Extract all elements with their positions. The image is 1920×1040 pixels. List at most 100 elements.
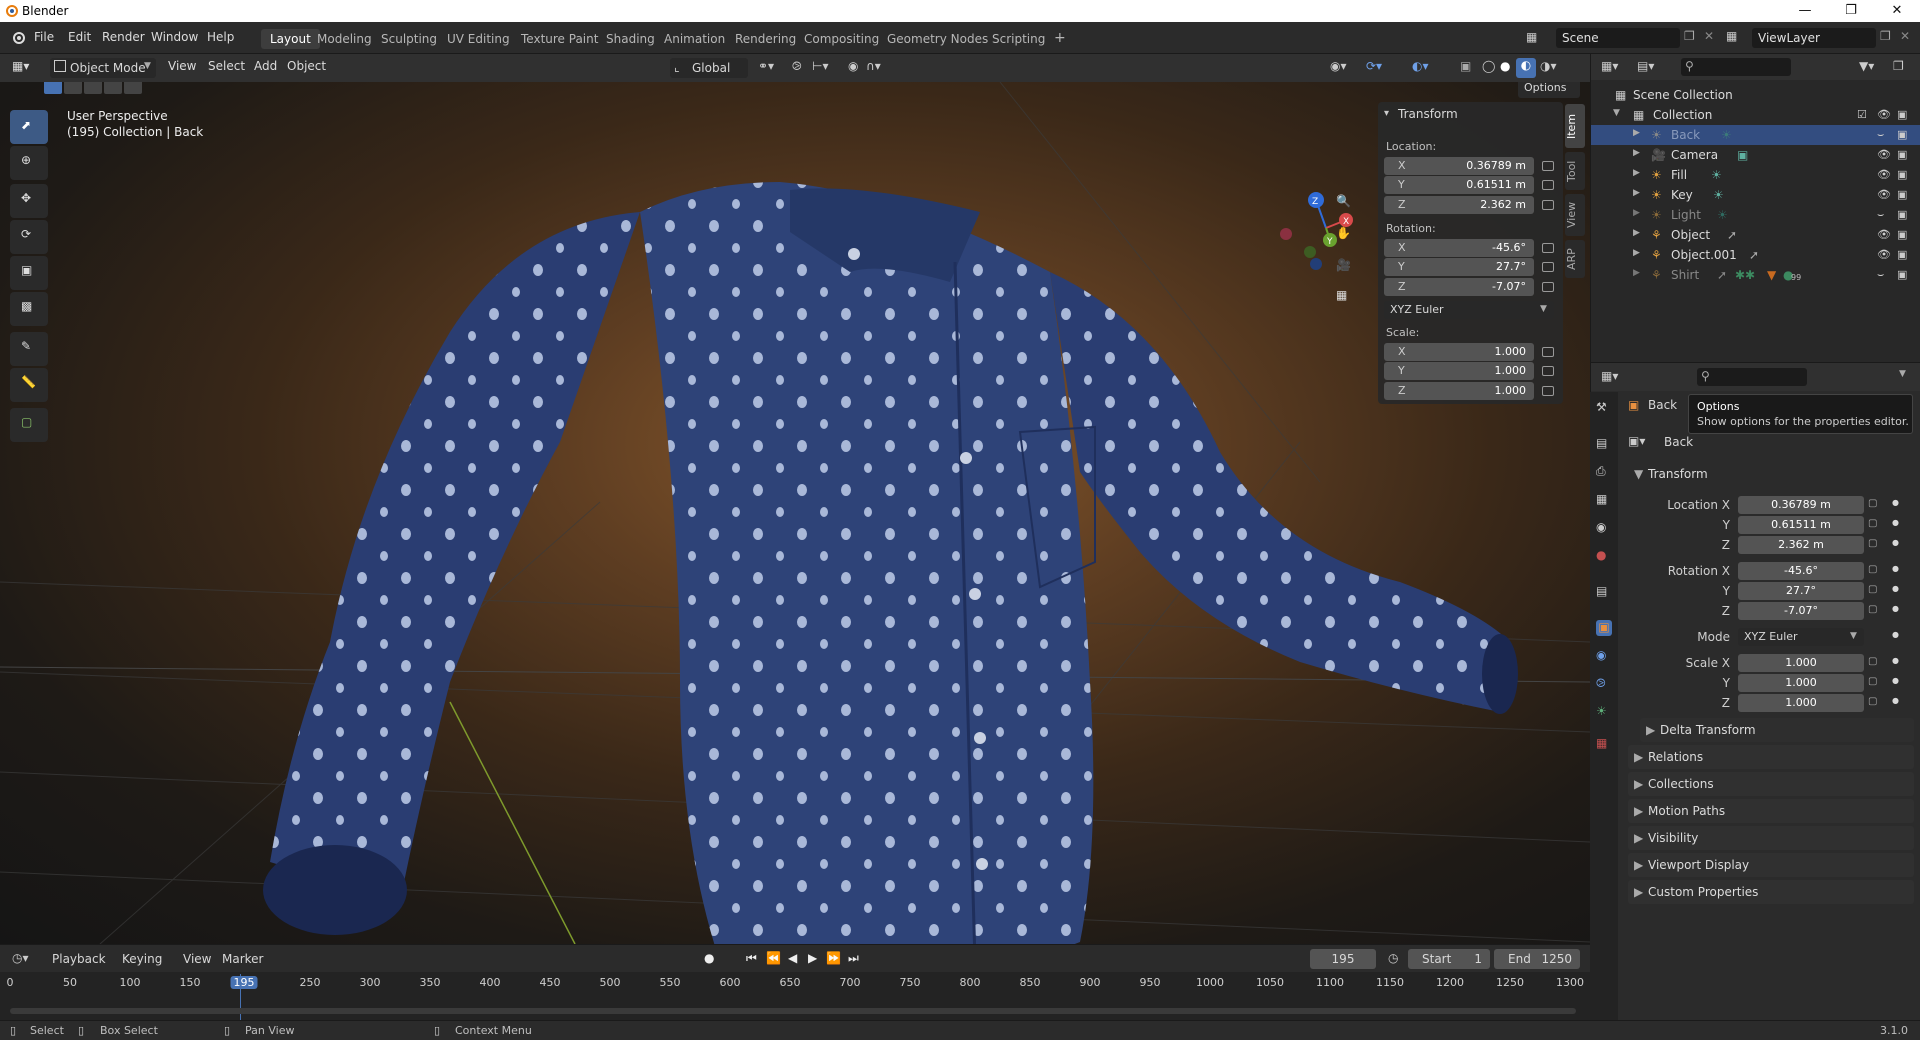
add-cube-tool[interactable]: ▢ xyxy=(10,408,48,442)
measure-tool[interactable]: 📏 xyxy=(10,368,48,402)
gizmo-neg-y-icon[interactable] xyxy=(1304,246,1316,258)
scene-field[interactable]: Scene xyxy=(1556,28,1680,48)
lock-icon[interactable] xyxy=(1542,262,1554,272)
data-block-selector[interactable]: ▣▾ Back xyxy=(1628,432,1828,452)
eye-icon[interactable]: 👁 xyxy=(1877,108,1891,121)
next-keyframe-icon[interactable]: ⏩ xyxy=(826,951,841,965)
panel-collapse-icon[interactable]: ▾ xyxy=(1384,108,1389,119)
end-frame-field[interactable]: End 1250 xyxy=(1494,949,1580,969)
tab-sculpting[interactable]: Sculpting xyxy=(372,29,446,49)
options-chevron-icon[interactable]: ▼ xyxy=(1899,369,1906,379)
play-reverse-icon[interactable]: ◀ xyxy=(788,951,797,965)
outliner-item-object-001[interactable]: ▶ ⚘ Object.001 ➚ 👁 ▣ xyxy=(1591,245,1920,265)
delete-view-layer-icon[interactable]: ✕ xyxy=(1900,29,1910,43)
tab-tool[interactable]: Tool xyxy=(1565,152,1585,190)
delete-scene-icon[interactable]: ✕ xyxy=(1704,29,1714,43)
select-new-icon[interactable] xyxy=(44,82,62,94)
eye-hidden-icon[interactable]: ⌣ xyxy=(1877,208,1884,222)
start-frame-field[interactable]: Start 1 xyxy=(1408,949,1490,969)
menu-marker[interactable]: Marker xyxy=(222,952,263,966)
keyframe-dot-icon[interactable]: ● xyxy=(1892,564,1899,573)
3d-viewport[interactable]: Z X Y User Perspective (195) Collection … xyxy=(0,82,1590,944)
physics-tab-icon[interactable]: ◉ xyxy=(1596,648,1612,664)
transform-tool[interactable]: ▩ xyxy=(10,292,48,326)
move-tool[interactable]: ✥ xyxy=(10,184,48,218)
auto-keying-icon[interactable]: ● xyxy=(704,951,714,965)
eye-icon[interactable]: 👁 xyxy=(1877,148,1891,161)
filter-icon[interactable]: ▼▾ xyxy=(1859,59,1874,73)
keyframe-dot-icon[interactable]: ● xyxy=(1892,538,1899,547)
prop-scale-z-field[interactable]: 1.000 xyxy=(1738,694,1864,712)
outliner-item-key[interactable]: ▶ ☀ Key ☀ 👁 ▣ xyxy=(1591,185,1920,205)
location-y-field[interactable]: Y 0.61511 m xyxy=(1384,176,1534,194)
eye-icon[interactable]: 👁 xyxy=(1877,188,1891,201)
outliner-item-back[interactable]: ▶ ☀ Back ☀ ⌣ ▣ xyxy=(1591,125,1920,145)
menu-add[interactable]: Add xyxy=(254,59,277,77)
select-intersect-icon[interactable] xyxy=(124,82,142,94)
minimize-icon[interactable]: — xyxy=(1782,0,1828,22)
delta-transform-section[interactable]: ▶ Delta Transform xyxy=(1640,718,1914,742)
menu-playback[interactable]: Playback xyxy=(52,952,106,966)
camera-view-icon[interactable]: 🎥 xyxy=(1336,258,1351,272)
pan-hand-icon[interactable]: ✋ xyxy=(1336,226,1351,240)
lock-icon[interactable] xyxy=(1542,200,1554,210)
scale-z-field[interactable]: Z 1.000 xyxy=(1384,382,1534,400)
jump-start-icon[interactable]: ⏮ xyxy=(746,951,757,966)
tab-texture-paint[interactable]: Texture Paint xyxy=(512,29,607,49)
filter-mode-icon[interactable]: ▤▾ xyxy=(1637,59,1654,73)
lock-icon[interactable]: ▢ xyxy=(1868,538,1877,549)
tab-geometry-nodes[interactable]: Geometry Nodes xyxy=(878,29,997,49)
camera-icon[interactable]: ▣ xyxy=(1897,188,1907,201)
tab-shading[interactable]: Shading xyxy=(597,29,664,49)
prop-location-z-field[interactable]: 2.362 m xyxy=(1738,536,1864,554)
camera-icon[interactable]: ▣ xyxy=(1897,248,1907,261)
outliner-scene-collection[interactable]: ▦ Scene Collection xyxy=(1591,85,1920,105)
outliner-item-shirt[interactable]: ▶ ⚘ Shirt ➚ ✱✱ ▼ ● 99 ⌣ ▣ xyxy=(1591,265,1920,285)
cursor-tool[interactable]: ⊕ xyxy=(10,146,48,180)
menu-file[interactable]: File xyxy=(34,30,54,44)
eye-hidden-icon[interactable]: ⌣ xyxy=(1877,268,1884,282)
tab-animation[interactable]: Animation xyxy=(655,29,734,49)
rotation-z-field[interactable]: Z -7.07° xyxy=(1384,278,1534,296)
gizmo-neg-z-icon[interactable] xyxy=(1310,258,1322,270)
lock-icon[interactable] xyxy=(1542,282,1554,292)
lock-icon[interactable] xyxy=(1542,243,1554,253)
shirt-model[interactable] xyxy=(263,182,1518,944)
collection-tab-icon[interactable]: ▤ xyxy=(1596,584,1612,600)
select-extend-icon[interactable] xyxy=(64,82,82,94)
prop-location-x-field[interactable]: 0.36789 m xyxy=(1738,496,1864,514)
pivot-icon[interactable]: ⚭▾ xyxy=(758,59,774,77)
ortho-grid-icon[interactable]: ▦ xyxy=(1336,288,1347,302)
rotation-x-field[interactable]: X -45.6° xyxy=(1384,239,1534,257)
object-tab-icon[interactable]: ▣ xyxy=(1596,620,1612,636)
keyframe-dot-icon[interactable]: ● xyxy=(1892,676,1899,685)
lock-icon[interactable] xyxy=(1542,366,1554,376)
outliner-item-fill[interactable]: ▶ ☀ Fill ☀ 👁 ▣ xyxy=(1591,165,1920,185)
editor-type-icon[interactable]: ▦▾ xyxy=(1601,369,1618,383)
lock-icon[interactable] xyxy=(1542,347,1554,357)
tab-modeling[interactable]: Modeling xyxy=(308,29,381,49)
scale-tool[interactable]: ▣ xyxy=(10,256,48,290)
lock-icon[interactable]: ▢ xyxy=(1868,696,1877,707)
render-tab-icon[interactable]: ▤ xyxy=(1596,436,1612,452)
menu-keying[interactable]: Keying xyxy=(122,952,162,966)
camera-icon[interactable]: ▣ xyxy=(1897,128,1907,141)
scale-x-field[interactable]: X 1.000 xyxy=(1384,343,1534,361)
texture-tab-icon[interactable]: ▦ xyxy=(1596,736,1612,752)
keyframe-dot-icon[interactable]: ● xyxy=(1892,498,1899,507)
tab-item[interactable]: Item xyxy=(1565,104,1585,148)
camera-icon[interactable]: ▣ xyxy=(1897,148,1907,161)
menu-render[interactable]: Render xyxy=(102,30,145,44)
new-view-layer-icon[interactable]: ❐ xyxy=(1880,29,1891,43)
prop-rotation-y-field[interactable]: 27.7° xyxy=(1738,582,1864,600)
select-subtract-icon[interactable] xyxy=(84,82,102,94)
prop-scale-x-field[interactable]: 1.000 xyxy=(1738,654,1864,672)
keyframe-dot-icon[interactable]: ● xyxy=(1892,696,1899,705)
keyframe-dot-icon[interactable]: ● xyxy=(1892,518,1899,527)
lock-icon[interactable]: ▢ xyxy=(1868,518,1877,529)
scene-tab-icon[interactable]: ◉ xyxy=(1596,520,1612,536)
prev-keyframe-icon[interactable]: ⏪ xyxy=(766,951,781,965)
scale-y-field[interactable]: Y 1.000 xyxy=(1384,362,1534,380)
lock-icon[interactable]: ▢ xyxy=(1868,676,1877,687)
outliner-item-object[interactable]: ▶ ⚘ Object ➚ 👁 ▣ xyxy=(1591,225,1920,245)
